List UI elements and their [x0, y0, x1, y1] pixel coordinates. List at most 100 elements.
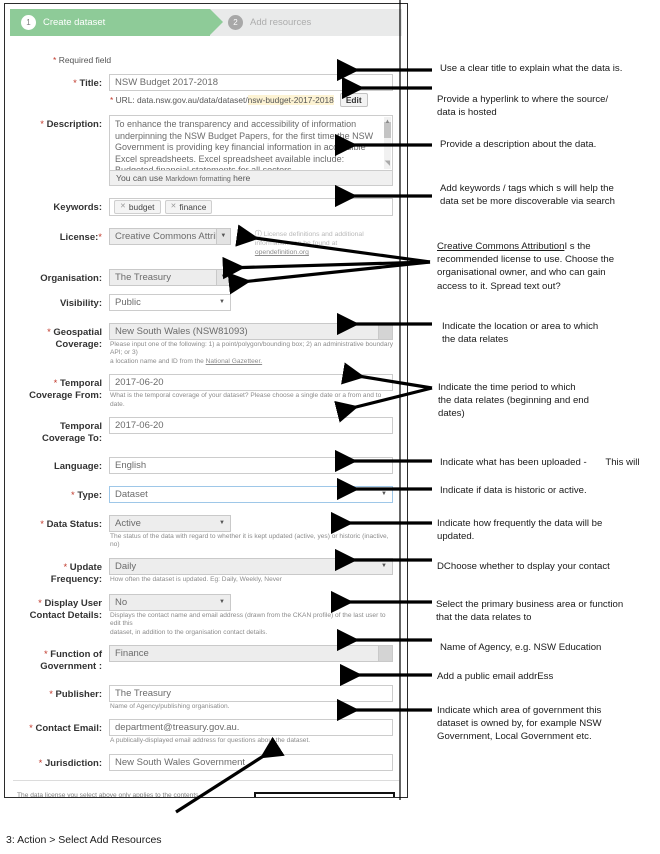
annotation-license: Creative Commons AttributionI s the reco…	[437, 240, 659, 293]
resize-grip-icon[interactable]: ◥	[385, 158, 390, 170]
chevron-down-icon[interactable]: ▼	[219, 295, 225, 310]
description-textarea[interactable]: To enhance the transparency and accessib…	[109, 115, 393, 171]
display-contact-control: No ▼ Displays the contact name and email…	[109, 593, 393, 637]
organisation-label: Organisation:	[40, 273, 102, 284]
organisation-value: The Treasury	[115, 272, 171, 283]
required-asterisk: *	[53, 55, 57, 65]
annotation-geospatial-line-2: the data relates	[442, 334, 509, 346]
markdown-formatting-link[interactable]: Markdown formatting	[165, 176, 230, 183]
field-row-data-status: * Data Status: Active ▼ The status of th…	[19, 515, 393, 550]
function-of-government-select[interactable]: Finance	[109, 645, 393, 663]
display-contact-label-2: Contact Details:	[29, 609, 102, 621]
data-status-label: * Data Status:	[19, 515, 109, 550]
screenshot-panel: 1 Create dataset 2 Add resources * Requi…	[4, 3, 408, 798]
temporal-to-input[interactable]: 2017-06-20	[109, 417, 393, 435]
visibility-value: Public	[115, 297, 141, 308]
field-row-license: License:* Creative Commons Attribut... ▼…	[19, 228, 393, 257]
language-input[interactable]: English	[109, 457, 393, 475]
field-row-contact-email: * Contact Email: department@treasury.gov…	[19, 719, 393, 745]
title-required-asterisk: *	[73, 78, 77, 89]
language-control: English	[109, 457, 393, 475]
data-status-select[interactable]: Active ▼	[109, 515, 231, 533]
publisher-input[interactable]: The Treasury	[109, 685, 393, 703]
geospatial-label: * Geospatial Coverage:	[19, 323, 109, 366]
jurisdiction-input[interactable]: New South Wales Government	[109, 753, 393, 771]
license-label: License:*	[19, 228, 109, 257]
annotation-update-frequency: Indicate how frequently the data will be…	[437, 517, 657, 543]
chevron-down-icon[interactable]: ▼	[381, 559, 387, 574]
chevron-down-icon[interactable]: ▼	[215, 229, 230, 244]
license-label-text: License:	[59, 232, 99, 243]
field-row-description: * Description: To enhance the transparen…	[19, 115, 393, 186]
annotation-temporal-line-2: the data relates (beginning and end	[438, 395, 589, 407]
step-2-label: Add resources	[250, 17, 312, 28]
chevron-down-icon[interactable]: ▼	[219, 595, 225, 610]
temporal-from-label-2: Coverage From:	[29, 390, 102, 402]
type-select[interactable]: Dataset ▼	[109, 486, 393, 504]
annotation-update-line-2: updated.	[437, 531, 475, 543]
display-contact-select[interactable]: No ▼	[109, 593, 231, 611]
display-contact-required-asterisk: *	[38, 597, 42, 609]
field-row-visibility: Visibility: Public ▼	[19, 294, 393, 311]
field-row-geospatial-coverage: * Geospatial Coverage: New South Wales (…	[19, 323, 393, 366]
type-control: Dataset ▼	[109, 486, 393, 504]
title-label-text: Title:	[79, 78, 102, 89]
tag-budget[interactable]: ✕ budget	[114, 200, 161, 214]
chevron-down-icon[interactable]: ▼	[219, 516, 225, 531]
tag-finance[interactable]: ✕ finance	[164, 200, 213, 214]
type-value: Dataset	[115, 489, 148, 501]
disclaimer-line-1: The data license you select above only a…	[17, 791, 199, 798]
annotation-jurisdiction-line-2: dataset is owned by, for example NSW	[437, 718, 602, 730]
next-button-highlight-box: Next: Add Resources	[254, 792, 395, 797]
field-row-keywords: Keywords: ✕ budget ✕ finance	[19, 198, 393, 216]
field-row-update-frequency: * Update Frequency: Daily ▼ How often th…	[19, 557, 393, 586]
update-frequency-select[interactable]: Daily ▼	[109, 557, 393, 575]
chevron-down-icon[interactable]	[378, 646, 392, 662]
data-status-value: Active	[115, 518, 141, 530]
tag-label: finance	[179, 202, 207, 212]
national-gazetteer-link[interactable]: National Gazetteer.	[206, 358, 262, 365]
scroll-up-icon[interactable]: ▲	[385, 117, 391, 129]
display-contact-help: Displays the contact name and email addr…	[110, 612, 393, 637]
title-control: NSW Budget 2017-2018 * URL: data.nsw.gov…	[109, 74, 393, 107]
update-frequency-value: Daily	[115, 560, 137, 572]
chevron-down-icon[interactable]: ▼	[381, 487, 387, 502]
jurisdiction-required-asterisk: *	[38, 757, 43, 769]
geospatial-picker-icon[interactable]	[378, 324, 392, 339]
publisher-label: * Publisher:	[19, 685, 109, 711]
geospatial-label-1: Geospatial	[53, 327, 102, 338]
annotation-url-line-2: data is hosted	[437, 107, 497, 119]
temporal-from-input[interactable]: 2017-06-20	[109, 374, 393, 392]
visibility-select[interactable]: Public ▼	[109, 294, 231, 311]
keywords-label: Keywords:	[53, 202, 102, 213]
annotation-geospatial: Indicate the location or area to which t…	[442, 320, 660, 346]
annotation-function-line-2: that the data relates to	[436, 612, 532, 624]
license-definitions-note: ⓘ License definitions and additional inf…	[255, 228, 393, 257]
description-label: * Description:	[19, 115, 109, 186]
data-license-disclaimer: The data license you select above only a…	[17, 791, 202, 798]
license-select[interactable]: Creative Commons Attribut... ▼	[109, 228, 231, 245]
update-frequency-label-1: Update	[69, 561, 102, 573]
license-note-1: License definitions and additional	[263, 231, 364, 238]
annotation-data-status: Indicate if data is historic or active.	[440, 485, 587, 496]
field-row-organisation: Organisation: The Treasury ▼	[19, 269, 393, 286]
temporal-to-control: 2017-06-20	[109, 417, 393, 445]
tag-remove-icon[interactable]: ✕	[120, 201, 126, 213]
stepper-step-create-dataset[interactable]: 1 Create dataset	[10, 9, 223, 36]
opendefinition-link[interactable]: opendefinition.org	[255, 249, 309, 256]
display-contact-label-1: Display User	[44, 597, 102, 609]
organisation-select[interactable]: The Treasury ▼	[109, 269, 231, 286]
contact-email-input[interactable]: department@treasury.gov.au.	[109, 719, 393, 737]
tag-remove-icon[interactable]: ✕	[171, 201, 177, 213]
keywords-input[interactable]: ✕ budget ✕ finance	[109, 198, 393, 216]
stepper-step-add-resources[interactable]: 2 Add resources	[217, 9, 311, 36]
chevron-down-icon[interactable]: ▼	[216, 270, 230, 285]
keywords-control: ✕ budget ✕ finance	[109, 198, 393, 216]
annotation-function-line-1: Select the primary business area or func…	[436, 599, 624, 610]
geospatial-input[interactable]: New South Wales (NSW81093)	[109, 323, 393, 340]
url-prefix: URL: data.nsw.gov.au/data/dataset/	[115, 95, 248, 105]
jurisdiction-label: * Jurisdiction:	[19, 754, 109, 771]
title-input[interactable]: NSW Budget 2017-2018	[109, 74, 393, 91]
url-edit-button[interactable]: Edit	[339, 93, 368, 107]
update-frequency-help: How often the dataset is updated. Eg: Da…	[110, 575, 282, 583]
